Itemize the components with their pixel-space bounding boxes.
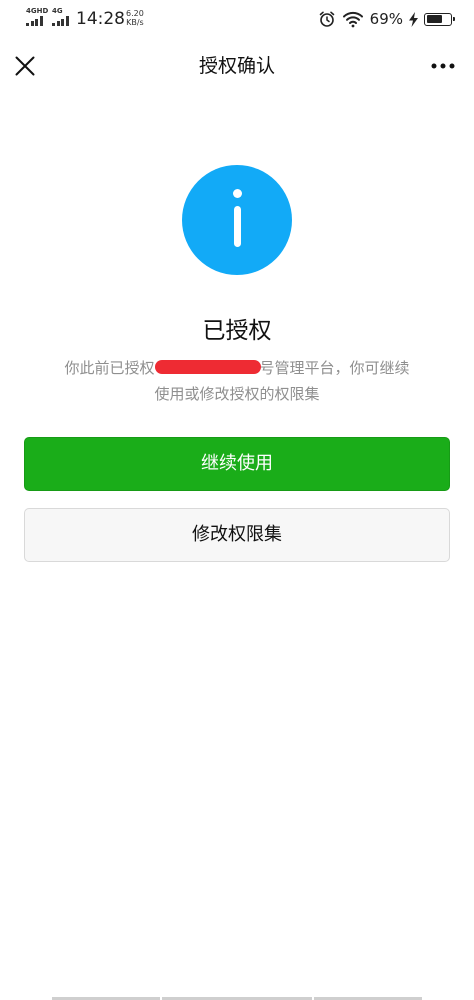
status-bar: 4GHD 4G 14:28 6.20 KB/s 69% [0,0,474,38]
bottom-indicator [0,996,474,1000]
info-icon [182,165,292,275]
status-time: 14:28 [76,9,125,29]
network-speed: 6.20 KB/s [126,9,144,27]
more-options-icon [431,63,455,69]
description-line-2: 使用或修改授权的权限集 [154,385,320,403]
charging-bolt-icon [409,11,418,27]
authorization-status-title: 已授权 [202,318,272,344]
sim1-network-label: 4GHD [26,7,49,15]
battery-fill [426,15,443,23]
description-line-1-end: 号管理平台，你可继续 [259,359,410,377]
modify-permissions-button[interactable]: 修改权限集 [24,508,450,562]
network-speed-value: 6.20 [126,9,144,18]
redaction-mark [155,360,261,374]
continue-use-button[interactable]: 继续使用 [24,437,450,491]
navigation-bar: 授权确认 [0,40,474,92]
sim2-network-label: 4G [52,7,63,15]
status-right-group: 69% [318,8,455,30]
wifi-icon [342,11,363,28]
network-speed-unit: KB/s [126,18,144,27]
alarm-clock-icon [319,11,334,27]
battery-icon [424,12,455,26]
page-title: 授权确认 [198,55,275,77]
description-line-1-start: 你此前已授权 [64,359,155,377]
battery-percentage: 69% [369,10,403,28]
more-options-button[interactable] [430,57,456,75]
